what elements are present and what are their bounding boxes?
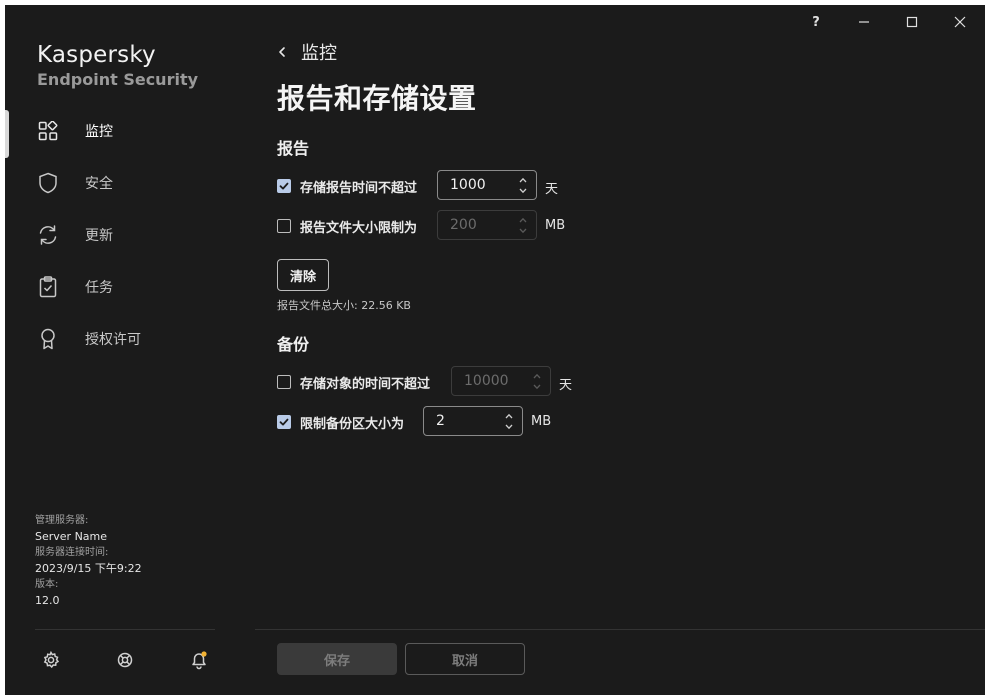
backup-size-limit-checkbox[interactable] <box>277 415 291 429</box>
report-total-size: 报告文件总大小: 22.56 KB <box>277 299 411 312</box>
backup-store-time-row: 存储对象的时间不超过 <box>277 366 430 398</box>
backup-store-time-value: 10000 <box>464 373 509 389</box>
cancel-button[interactable]: 取消 <box>405 643 525 675</box>
backup-size-limit-row: 限制备份区大小为 <box>277 406 404 438</box>
help-button[interactable]: ? <box>801 11 831 33</box>
support-icon <box>117 652 133 668</box>
chevron-down-icon <box>533 384 541 389</box>
backup-store-time-stepper[interactable]: 10000 <box>451 366 551 396</box>
sidebar-item-label: 任务 <box>85 280 113 296</box>
sidebar-item-license[interactable]: 授权许可 <box>5 313 255 365</box>
minimize-button[interactable] <box>849 11 879 33</box>
chevron-up-icon <box>533 373 541 378</box>
minimize-icon <box>859 21 869 23</box>
spin-up-button[interactable] <box>519 214 527 225</box>
spin-up-button[interactable] <box>519 174 527 185</box>
sidebar-item-monitoring[interactable]: 监控 <box>5 105 255 157</box>
backup-size-limit-unit: MB <box>531 414 552 429</box>
page-title: 报告和存储设置 <box>277 82 477 115</box>
connection-time-label: 服务器连接时间: <box>35 547 109 558</box>
spin-down-button[interactable] <box>505 421 513 432</box>
report-size-limit-stepper[interactable]: 200 <box>437 210 537 240</box>
report-size-limit-label: 报告文件大小限制为 <box>300 220 418 236</box>
chevron-up-icon <box>519 217 527 222</box>
checkmark-icon <box>279 418 289 426</box>
checkmark-icon <box>279 182 289 190</box>
reports-section-title: 报告 <box>277 139 310 158</box>
report-store-time-value: 1000 <box>450 177 486 193</box>
report-store-time-unit: 天 <box>545 182 559 197</box>
sidebar-item-security[interactable]: 安全 <box>5 157 255 209</box>
version-value: 12.0 <box>35 594 60 607</box>
clipboard-check-icon <box>37 276 59 298</box>
server-info: 管理服务器: Server Name 服务器连接时间: 2023/9/15 下午… <box>35 513 142 609</box>
chevron-up-icon <box>519 177 527 182</box>
backup-store-time-checkbox[interactable] <box>277 375 291 389</box>
spin-up-button[interactable] <box>533 370 541 381</box>
report-size-limit-checkbox[interactable] <box>277 219 291 233</box>
sidebar-item-tasks[interactable]: 任务 <box>5 261 255 313</box>
breadcrumb[interactable]: 监控 <box>277 39 337 65</box>
sidebar: Kaspersky Endpoint Security 监控 安全 更新 任务 … <box>5 5 255 695</box>
backup-size-limit-stepper[interactable]: 2 <box>423 406 523 436</box>
report-store-time-label: 存储报告时间不超过 <box>300 180 418 196</box>
connection-time-value: 2023/9/15 下午9:22 <box>35 562 142 575</box>
refresh-icon <box>37 224 59 246</box>
award-icon <box>37 328 59 350</box>
chevron-down-icon <box>519 228 527 233</box>
bell-icon <box>192 651 207 670</box>
report-size-limit-unit: MB <box>545 218 566 233</box>
report-size-limit-value: 200 <box>450 217 477 233</box>
report-store-time-row: 存储报告时间不超过 <box>277 170 417 202</box>
app-window: ? Kaspersky Endpoint Security 监控 安全 更新 任… <box>5 5 985 695</box>
gear-icon <box>43 651 60 669</box>
server-value: Server Name <box>35 530 108 543</box>
sidebar-nav: 监控 安全 更新 任务 授权许可 <box>5 105 255 365</box>
notifications-button[interactable] <box>188 649 210 671</box>
help-icon: ? <box>812 14 820 30</box>
spin-down-button[interactable] <box>519 225 527 236</box>
backup-store-time-label: 存储对象的时间不超过 <box>300 376 431 392</box>
clear-reports-button[interactable]: 清除 <box>277 259 329 291</box>
maximize-icon <box>906 16 918 28</box>
support-button[interactable] <box>114 649 136 671</box>
brand-name: Kaspersky <box>37 42 156 68</box>
chevron-up-icon <box>505 413 513 418</box>
close-icon <box>954 16 966 28</box>
report-store-time-checkbox[interactable] <box>277 179 291 193</box>
spin-down-button[interactable] <box>533 381 541 392</box>
save-button[interactable]: 保存 <box>277 643 397 675</box>
report-size-limit-row: 报告文件大小限制为 <box>277 210 417 242</box>
backup-size-limit-value: 2 <box>436 413 445 429</box>
maximize-button[interactable] <box>897 11 927 33</box>
version-label: 版本: <box>35 579 59 590</box>
spin-down-button[interactable] <box>519 185 527 196</box>
dashboard-icon <box>37 120 59 142</box>
breadcrumb-label: 监控 <box>301 43 337 64</box>
backup-section-title: 备份 <box>277 335 310 354</box>
action-bar-divider <box>255 629 985 630</box>
report-store-time-stepper[interactable]: 1000 <box>437 170 537 200</box>
sidebar-divider <box>35 629 215 630</box>
chevron-down-icon <box>505 424 513 429</box>
sidebar-item-update[interactable]: 更新 <box>5 209 255 261</box>
server-label: 管理服务器: <box>35 515 89 526</box>
sidebar-item-label: 更新 <box>85 228 113 244</box>
brand: Kaspersky Endpoint Security <box>37 41 198 91</box>
chevron-left-icon <box>279 47 285 57</box>
close-button[interactable] <box>945 11 975 33</box>
backup-store-time-unit: 天 <box>559 378 573 393</box>
spin-up-button[interactable] <box>505 410 513 421</box>
backup-size-limit-label: 限制备份区大小为 <box>300 416 405 432</box>
sidebar-item-label: 安全 <box>85 176 113 192</box>
brand-product: Endpoint Security <box>37 70 199 89</box>
settings-button[interactable] <box>40 649 62 671</box>
sidebar-item-label: 监控 <box>85 124 113 140</box>
chevron-down-icon <box>519 188 527 193</box>
sidebar-item-label: 授权许可 <box>85 332 141 348</box>
shield-icon <box>37 172 59 194</box>
